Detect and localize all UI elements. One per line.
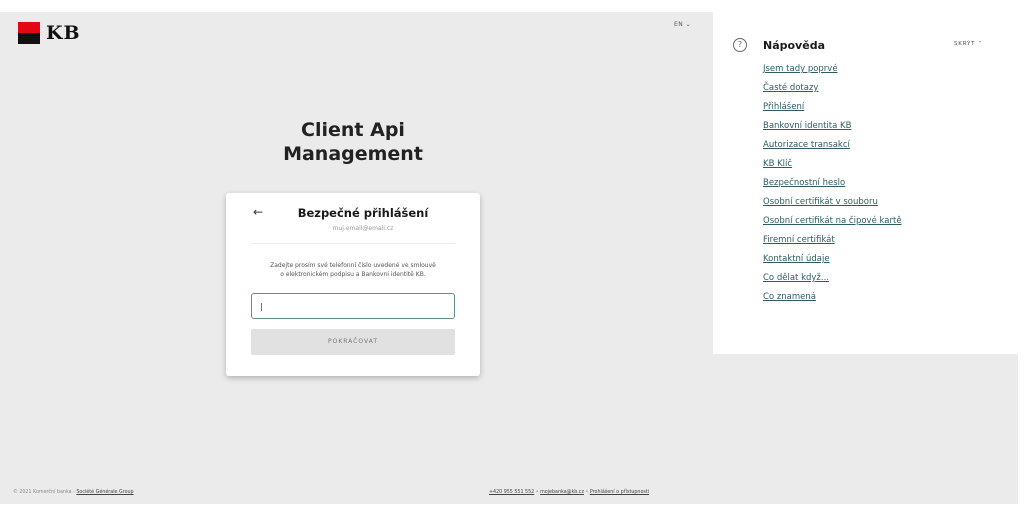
instruction-line2: o elektronickém podpisu a Bankovní ident… [280,271,426,278]
background-area [713,354,1018,504]
phone-input[interactable] [251,293,455,319]
logo-text: KB [46,22,81,44]
help-links: Jsem tady poprvé Časté dotazy Přihlášení… [763,64,902,311]
phone-link[interactable]: +420 955 551 552 [489,490,534,495]
app-title-line2: Management [283,143,423,165]
help-link[interactable]: Firemní certifikát [763,235,902,254]
help-link[interactable]: Časté dotazy [763,83,902,102]
help-link[interactable]: Co dělat když... [763,273,902,292]
app-title: Client Api Management [226,118,480,166]
help-link[interactable]: Autorizace transakcí [763,140,902,159]
instruction-line1: Zadejte prosím své telefonní číslo uvede… [270,262,436,269]
accessibility-link[interactable]: Prohlášení o přístupnosti [590,490,649,495]
help-title: Nápověda [763,39,825,52]
help-link[interactable]: KB Klíč [763,159,902,178]
login-card: ← Bezpečné přihlášení muj.email@email.cz… [226,193,480,376]
question-circle-icon: ? [733,38,747,52]
user-email: muj.email@email.cz [332,225,394,232]
hide-help-button[interactable]: SKRÝT ⌃ [954,41,983,47]
email-link[interactable]: mojebanka@kb.cz [540,490,584,495]
kb-logo-icon [18,22,40,44]
footer-contacts: +420 955 551 552 • mojebanka@kb.cz • Pro… [489,490,649,495]
help-link[interactable]: Bezpečnostní heslo [763,178,902,197]
continue-button[interactable]: POKRAČOVAT [251,329,455,355]
help-link[interactable]: Bankovní identita KB [763,121,902,140]
group-link[interactable]: Société Générale Group [76,490,133,495]
help-link[interactable]: Kontaktní údaje [763,254,902,273]
card-title: Bezpečné přihlášení [297,206,429,220]
copyright-text: © 2021 Komerční banka - [13,490,77,495]
help-link[interactable]: Osobní certifikát v souboru [763,197,902,216]
app-title-line1: Client Api [301,119,405,141]
divider [251,243,455,244]
arrow-left-icon[interactable]: ← [253,205,263,219]
kb-logo[interactable]: KB [18,22,81,44]
help-link[interactable]: Jsem tady poprvé [763,64,902,83]
language-selector[interactable]: EN ⌄ [674,21,691,28]
page: KB EN ⌄ Client Api Management ← Bezpečné… [0,0,1034,512]
instruction-text: Zadejte prosím své telefonní číslo uvede… [251,261,455,279]
help-link[interactable]: Přihlášení [763,102,902,121]
help-link[interactable]: Co znamená [763,292,902,311]
help-link[interactable]: Osobní certifikát na čipové kartě [763,216,902,235]
footer-copyright: © 2021 Komerční banka - Société Générale… [13,490,134,495]
